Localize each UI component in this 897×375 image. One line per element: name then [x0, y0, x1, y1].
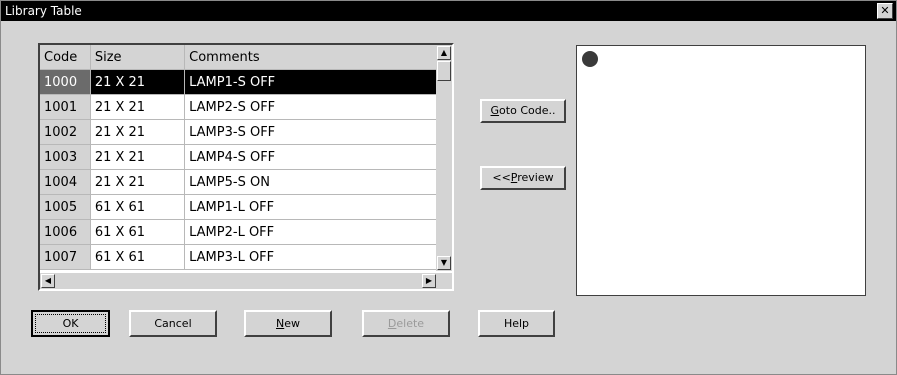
lamp-disc — [582, 51, 598, 67]
cell-comment[interactable]: LAMP5-S ON — [184, 169, 437, 195]
column-header-code[interactable]: Code — [40, 45, 91, 70]
cell-comment[interactable]: LAMP1-L OFF — [184, 194, 437, 220]
title-bar: Library Table ✕ — [1, 1, 896, 21]
cell-size[interactable]: 21 X 21 — [90, 69, 186, 95]
cell-code[interactable]: 1007 — [40, 244, 91, 270]
goto-mnemonic: G — [490, 104, 500, 117]
cell-code[interactable]: 1006 — [40, 219, 91, 245]
cell-code[interactable]: 1005 — [40, 194, 91, 220]
delete-label: elete — [396, 317, 425, 330]
new-label: ew — [284, 317, 300, 330]
scroll-down-icon[interactable]: ▼ — [437, 256, 451, 270]
library-table: Code Size Comments 1000 21 X 21 LAMP1-S OF… — [40, 45, 437, 270]
delete-button[interactable]: Delete — [362, 310, 450, 337]
cell-size[interactable]: 61 X 61 — [90, 194, 186, 220]
cell-code[interactable]: 1001 — [40, 94, 91, 120]
grid-viewport: Code Size Comments 1000 21 X 21 LAMP1-S OF… — [40, 45, 437, 271]
goto-label: oto Code.. — [499, 104, 556, 117]
cell-size[interactable]: 61 X 61 — [90, 219, 186, 245]
cell-comment[interactable]: LAMP1-S OFF — [184, 69, 437, 95]
cancel-button[interactable]: Cancel — [129, 310, 217, 337]
column-header-comments[interactable]: Comments — [184, 45, 437, 70]
scroll-left-icon[interactable]: ◀ — [41, 274, 55, 288]
cell-comment[interactable]: LAMP3-S OFF — [184, 119, 437, 145]
library-table-dialog: Library Table ✕ Code Size Comments 1000 2… — [0, 0, 897, 375]
cell-code[interactable]: 1002 — [40, 119, 91, 145]
preview-prefix: << — [492, 171, 511, 184]
ok-button[interactable]: OK — [31, 310, 110, 337]
help-label: Help — [503, 317, 530, 330]
preview-pane — [576, 45, 866, 296]
window-title: Library Table — [5, 4, 82, 18]
scroll-right-icon[interactable]: ▶ — [422, 274, 436, 288]
cell-size[interactable]: 61 X 61 — [90, 244, 186, 270]
new-button[interactable]: New — [244, 310, 332, 337]
cancel-label: Cancel — [154, 317, 192, 330]
cell-size[interactable]: 21 X 21 — [90, 119, 186, 145]
new-mnemonic: N — [276, 317, 285, 330]
table-row[interactable]: 1004 21 X 21 LAMP5-S ON — [40, 169, 437, 195]
lamp-preview-icon — [580, 49, 600, 69]
vertical-scrollbar[interactable]: ▲ ▼ — [436, 45, 452, 271]
scrollbar-corner — [436, 273, 452, 289]
table-row[interactable]: 1001 21 X 21 LAMP2-S OFF — [40, 94, 437, 120]
goto-code-button[interactable]: Goto Code.. — [480, 99, 566, 123]
close-icon[interactable]: ✕ — [877, 3, 893, 19]
horizontal-scrollbar[interactable]: ◀ ▶ — [40, 273, 437, 289]
cell-size[interactable]: 21 X 21 — [90, 169, 186, 195]
table-row[interactable]: 1007 61 X 61 LAMP3-L OFF — [40, 244, 437, 270]
scroll-up-icon[interactable]: ▲ — [437, 46, 451, 60]
focus-rect — [35, 314, 106, 333]
cell-code[interactable]: 1003 — [40, 144, 91, 170]
cell-comment[interactable]: LAMP2-L OFF — [184, 219, 437, 245]
cell-comment[interactable]: LAMP2-S OFF — [184, 94, 437, 120]
table-row[interactable]: 1003 21 X 21 LAMP4-S OFF — [40, 144, 437, 170]
library-grid[interactable]: Code Size Comments 1000 21 X 21 LAMP1-S OF… — [38, 43, 454, 291]
help-button[interactable]: Help — [478, 310, 555, 337]
preview-button[interactable]: <<Preview — [480, 166, 566, 190]
vertical-scroll-thumb[interactable] — [437, 61, 451, 81]
table-row[interactable]: 1005 61 X 61 LAMP1-L OFF — [40, 194, 437, 220]
header-row: Code Size Comments — [40, 45, 437, 70]
table-row[interactable]: 1006 61 X 61 LAMP2-L OFF — [40, 219, 437, 245]
preview-label: review — [517, 171, 554, 184]
cell-code[interactable]: 1004 — [40, 169, 91, 195]
cell-size[interactable]: 21 X 21 — [90, 144, 186, 170]
table-row[interactable]: 1000 21 X 21 LAMP1-S OFF — [40, 69, 437, 95]
cell-comment[interactable]: LAMP3-L OFF — [184, 244, 437, 270]
cell-size[interactable]: 21 X 21 — [90, 94, 186, 120]
cell-code[interactable]: 1000 — [40, 69, 91, 95]
cell-comment[interactable]: LAMP4-S OFF — [184, 144, 437, 170]
table-row[interactable]: 1002 21 X 21 LAMP3-S OFF — [40, 119, 437, 145]
column-header-size[interactable]: Size — [90, 45, 186, 70]
